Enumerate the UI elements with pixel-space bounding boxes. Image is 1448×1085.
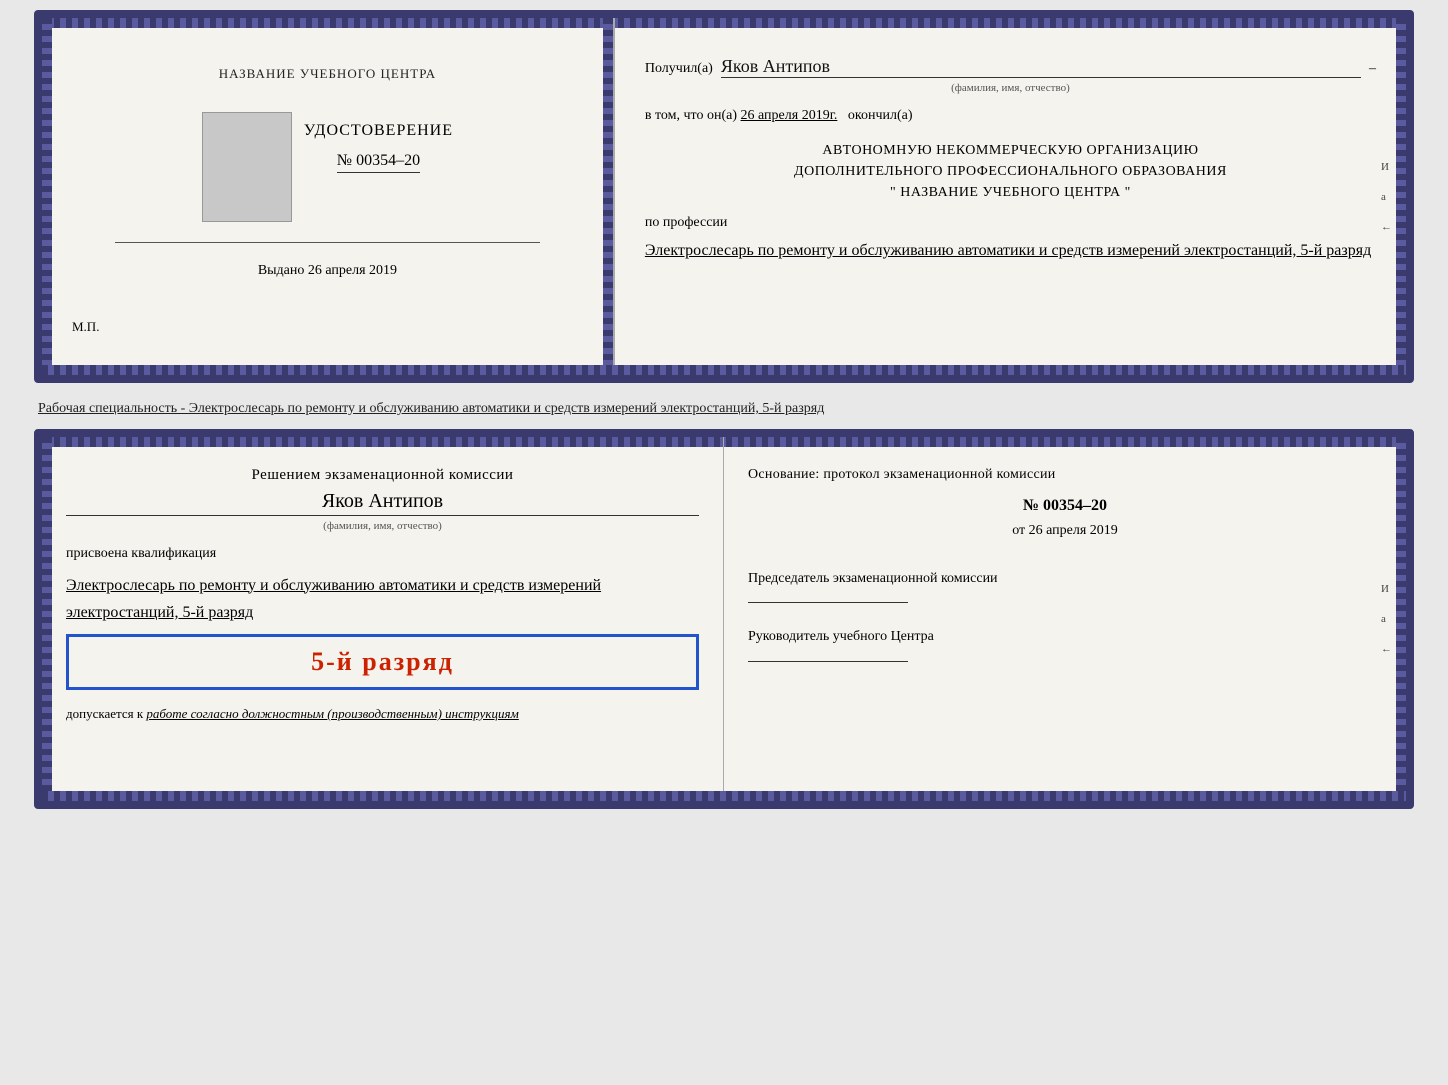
recipient-line: Получил(а) Яков Антипов – (645, 56, 1376, 78)
issued-date: 26 апреля 2019 (308, 263, 397, 278)
head-signature-line (748, 661, 908, 662)
side-marks-top: И а ← (1381, 161, 1392, 233)
date-value: 26 апреля 2019 (1029, 523, 1118, 538)
photo-placeholder (202, 112, 292, 222)
org-line2: ДОПОЛНИТЕЛЬНОГО ПРОФЕССИОНАЛЬНОГО ОБРАЗО… (645, 161, 1376, 182)
issued-label: Выдано (258, 263, 305, 278)
completed-suffix: окончил(а) (848, 108, 913, 123)
decision-text: Решением экзаменационной комиссии (66, 467, 699, 484)
chairman-signature-line (748, 602, 908, 603)
top-org-name: НАЗВАНИЕ УЧЕБНОГО ЦЕНТРА (219, 66, 436, 82)
profession-text: Электрослесарь по ремонту и обслуживанию… (645, 237, 1376, 266)
document-container: НАЗВАНИЕ УЧЕБНОГО ЦЕНТРА УДОСТОВЕРЕНИЕ №… (34, 10, 1414, 809)
org-block: АВТОНОМНУЮ НЕКОММЕРЧЕСКУЮ ОРГАНИЗАЦИЮ ДО… (645, 140, 1376, 203)
dash: – (1369, 61, 1376, 77)
chairman-label: Председатель экзаменационной комиссии (748, 569, 1382, 589)
issued-row: Выдано 26 апреля 2019 (258, 263, 397, 279)
cert-number: № 00354–20 (337, 152, 420, 173)
date-prefix: от (1012, 523, 1025, 538)
profession-label: по профессии (645, 215, 1376, 231)
completed-line: в том, что он(а) 26 апреля 2019г. окончи… (645, 108, 1376, 124)
bottom-fio-caption: (фамилия, имя, отчество) (66, 520, 699, 532)
protocol-date: от 26 апреля 2019 (748, 523, 1382, 539)
head-label: Руководитель учебного Центра (748, 627, 1382, 647)
bottom-left-panel: Решением экзаменационной комиссии Яков А… (42, 437, 724, 801)
cert-title: УДОСТОВЕРЕНИЕ (304, 122, 453, 140)
qualification-label: присвоена квалификация (66, 546, 699, 562)
bottom-name: Яков Антипов (66, 490, 699, 516)
top-right-panel: Получил(а) Яков Антипов – (фамилия, имя,… (615, 18, 1406, 375)
org-line1: АВТОНОМНУЮ НЕКОММЕРЧЕСКУЮ ОРГАНИЗАЦИЮ (645, 140, 1376, 161)
qualification-text: Электрослесарь по ремонту и обслуживанию… (66, 572, 699, 626)
допускается-label: допускается к (66, 706, 143, 721)
rank-badge: 5-й разряд (66, 634, 699, 690)
recipient-fio-caption: (фамилия, имя, отчество) (645, 82, 1376, 94)
org-line3: " НАЗВАНИЕ УЧЕБНОГО ЦЕНТРА " (645, 182, 1376, 203)
bottom-right-panel: Основание: протокол экзаменационной коми… (724, 437, 1406, 801)
completed-date: 26 апреля 2019г. (741, 108, 838, 123)
head-block: Руководитель учебного Центра (748, 627, 1382, 676)
side-marks-bottom: И а ← (1381, 583, 1392, 655)
recipient-label: Получил(а) (645, 61, 713, 77)
recipient-name: Яков Антипов (721, 56, 1361, 78)
protocol-number: № 00354–20 (748, 497, 1382, 515)
basis-text: Основание: протокол экзаменационной коми… (748, 467, 1382, 483)
допускается-block: допускается к работе согласно должностны… (66, 706, 699, 722)
completed-prefix: в том, что он(а) (645, 108, 737, 123)
top-certificate: НАЗВАНИЕ УЧЕБНОГО ЦЕНТРА УДОСТОВЕРЕНИЕ №… (34, 10, 1414, 383)
bottom-certificate: Решением экзаменационной комиссии Яков А… (34, 429, 1414, 809)
description-text: Рабочая специальность - Электрослесарь п… (34, 391, 1414, 421)
допускается-text: работе согласно должностным (производств… (146, 706, 518, 721)
mp-label: М.П. (72, 319, 99, 335)
top-left-panel: НАЗВАНИЕ УЧЕБНОГО ЦЕНТРА УДОСТОВЕРЕНИЕ №… (42, 18, 615, 375)
chairman-block: Председатель экзаменационной комиссии (748, 569, 1382, 618)
